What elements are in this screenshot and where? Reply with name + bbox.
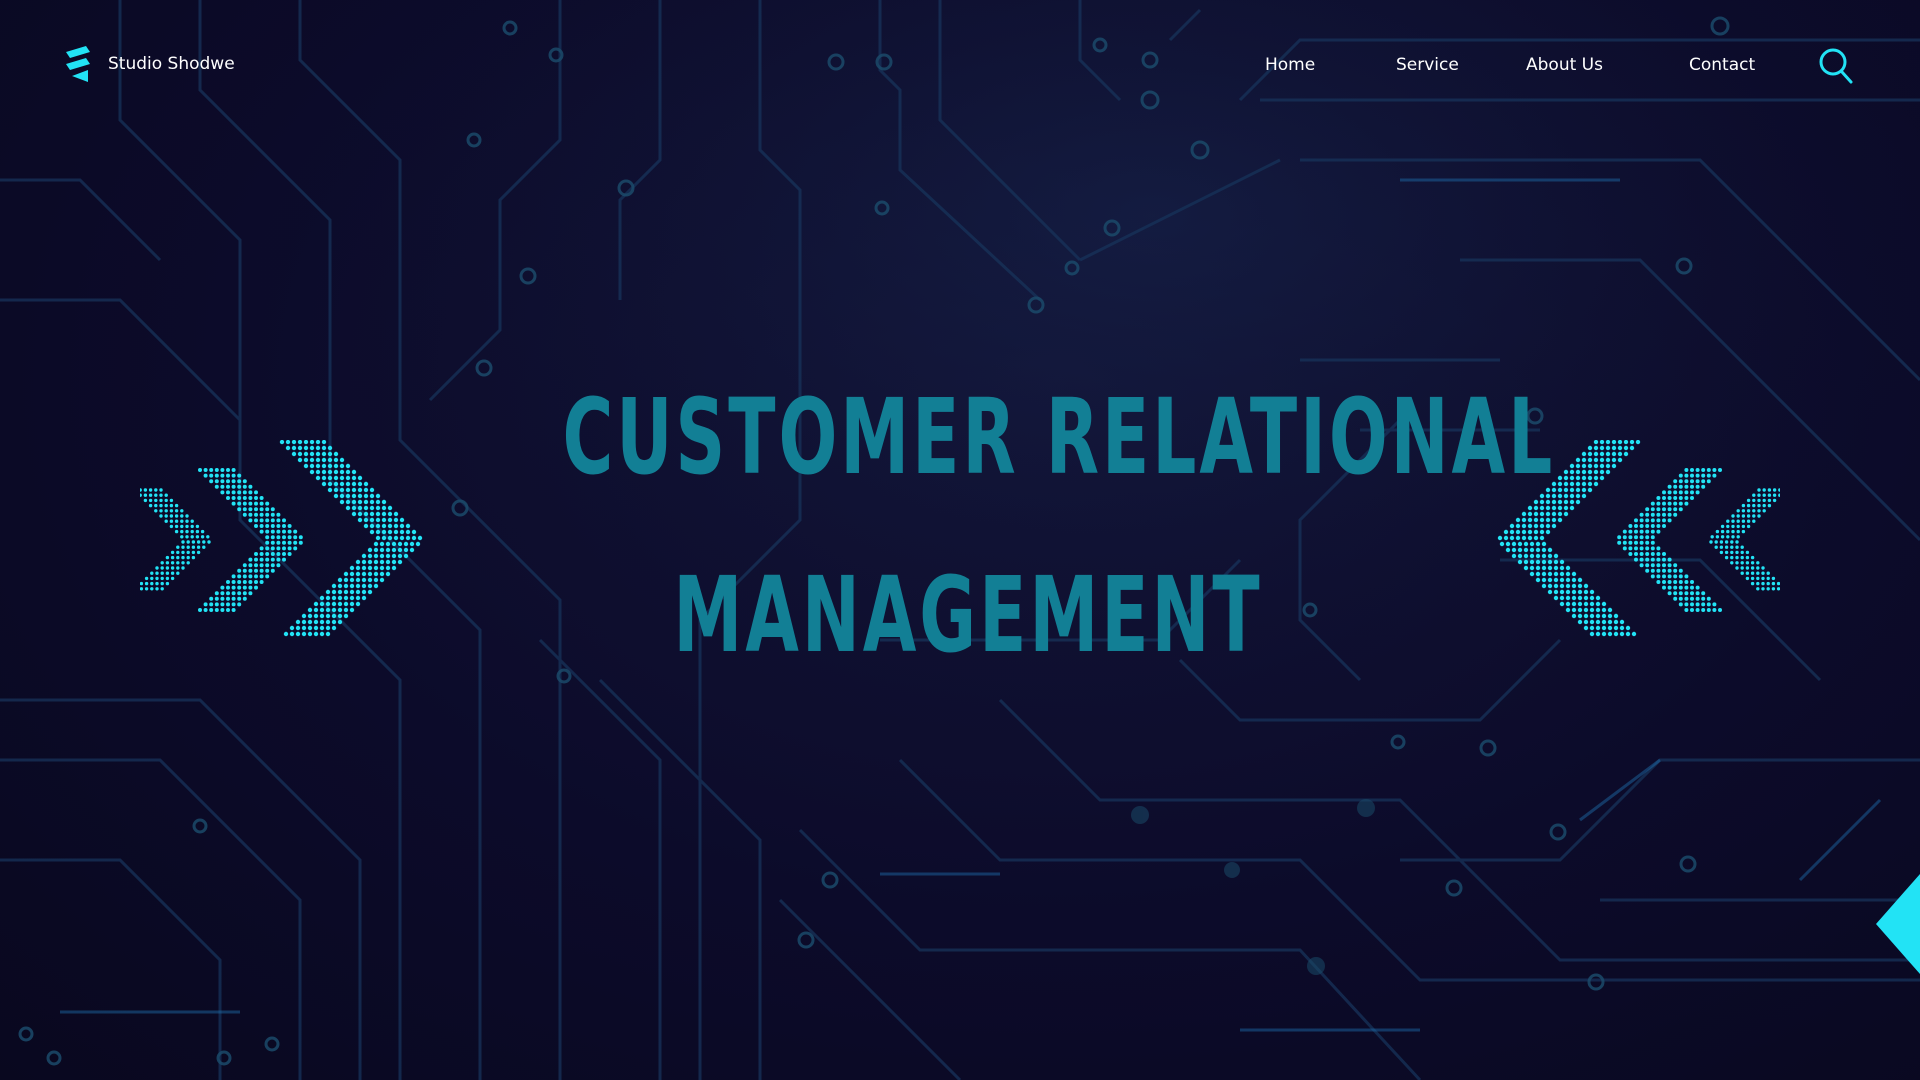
- corner-triangle-icon: [1876, 874, 1920, 974]
- brand-name: Studio Shodwe: [108, 54, 235, 74]
- search-icon[interactable]: [1818, 47, 1854, 85]
- top-navigation-bar: Studio Shodwe Home Service About Us Cont…: [0, 0, 1920, 130]
- brand[interactable]: Studio Shodwe: [62, 44, 235, 84]
- nav-service-link[interactable]: Service: [1396, 55, 1459, 75]
- hero-title-line-2: MANAGEMENT: [673, 554, 1263, 676]
- hero-title: CUSTOMER RELATIONAL MANAGEMENT: [420, 376, 1556, 676]
- nav-about-us-link[interactable]: About Us: [1526, 55, 1603, 75]
- hero-title-line-1: CUSTOMER RELATIONAL: [562, 376, 1556, 498]
- layered-s-logo-icon: [66, 46, 90, 82]
- nav-contact-link[interactable]: Contact: [1689, 55, 1755, 75]
- dotted-chevrons-right-icon: [140, 440, 423, 637]
- landing-page: Studio Shodwe Home Service About Us Cont…: [0, 0, 1920, 1080]
- nav-home-link[interactable]: Home: [1265, 55, 1315, 75]
